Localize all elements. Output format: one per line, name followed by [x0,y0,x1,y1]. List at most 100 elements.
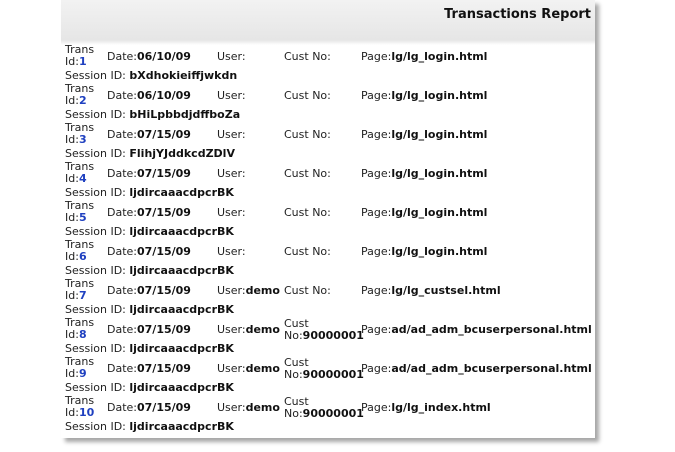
session-id-label: Session ID: [65,225,130,238]
date-value: 07/15/09 [137,323,191,336]
transaction-details-line: Trans Id:6 Date:07/15/09 User: Cust No: Page… [65,239,593,264]
user-label: User: [217,167,246,180]
transaction-details-line: Trans Id:3 Date:07/15/09 User: Cust No: Page… [65,122,593,147]
session-id-value: ljdircaaacdpcrBK [129,342,234,355]
session-id-label: Session ID: [65,264,130,277]
cust-no-cell: Cust No: [284,51,331,63]
session-id-label: Session ID: [65,108,130,121]
transaction-record: Trans Id:10 Date:07/15/09 User:demo Cust No… [65,395,593,434]
user-label: User: [217,362,246,375]
cust-no-cell: Cust No: [284,246,331,258]
transaction-record: Trans Id:9 Date:07/15/09 User:demo Cust No:… [65,356,593,395]
user-value: demo [245,362,280,375]
page-value: lg/lg_login.html [391,206,488,219]
user-cell: User: [217,90,246,102]
cust-no-cell: Cust No: [284,207,331,219]
user-value: demo [245,323,280,336]
cust-no-value: 90000001 [302,407,364,420]
date-value: 06/10/09 [137,89,191,102]
session-id-value: ljdircaaacdpcrBK [129,381,234,394]
session-line: Session ID: FlihjYJddkcdZDlV [65,147,593,161]
date-label: Date: [107,362,137,375]
trans-id-value: 8 [78,328,87,341]
user-cell: User: [217,129,246,141]
date-cell: Date:07/15/09 [107,168,191,180]
transaction-record: Trans Id:6 Date:07/15/09 User: Cust No: Page… [65,239,593,278]
transaction-record: Trans Id:5 Date:07/15/09 User: Cust No: Page… [65,200,593,239]
user-cell: User:demo [217,402,280,414]
session-id-label: Session ID: [65,420,130,433]
cust-no-cell: Cust No:90000001 [284,357,364,381]
date-label: Date: [107,401,137,414]
date-cell: Date:07/15/09 [107,129,191,141]
cust-no-label: Cust No: [284,167,331,180]
transaction-details-line: Trans Id:2 Date:06/10/09 User: Cust No: Page… [65,83,593,108]
transaction-record: Trans Id:2 Date:06/10/09 User: Cust No: Page… [65,83,593,122]
session-id-label: Session ID: [65,303,130,316]
user-value: demo [245,284,280,297]
date-label: Date: [107,323,137,336]
session-id-value: bHiLpbbdjdffboZa [129,108,241,121]
session-id-value: ljdircaaacdpcrBK [129,303,234,316]
trans-id-cell: Trans Id:7 [65,278,105,302]
user-cell: User:demo [217,363,280,375]
trans-id-value: 7 [78,289,87,302]
date-value: 07/15/09 [137,206,191,219]
session-id-value: ljdircaaacdpcrBK [129,264,234,277]
session-id-value: ljdircaaacdpcrBK [129,225,234,238]
page-label: Page: [361,362,392,375]
transaction-details-line: Trans Id:10 Date:07/15/09 User:demo Cust No… [65,395,593,420]
page-value: ad/ad_adm_bcuserpersonal.html [391,323,592,336]
page-value: lg/lg_login.html [391,89,488,102]
page-cell: Page:ad/ad_adm_bcuserpersonal.html [361,363,592,375]
page-value: ad/ad_adm_bcuserpersonal.html [391,362,592,375]
trans-id-value: 4 [78,172,87,185]
transaction-details-line: Trans Id:8 Date:07/15/09 User:demo Cust No:… [65,317,593,342]
trans-id-cell: Trans Id:3 [65,122,105,146]
page-label: Page: [361,323,392,336]
date-value: 07/15/09 [137,128,191,141]
date-cell: Date:07/15/09 [107,324,191,336]
date-cell: Date:06/10/09 [107,51,191,63]
page-cell: Page:lg/lg_custsel.html [361,285,501,297]
trans-id-cell: Trans Id:4 [65,161,105,185]
user-label: User: [217,401,246,414]
trans-id-value: 5 [78,211,87,224]
date-cell: Date:07/15/09 [107,363,191,375]
transaction-details-line: Trans Id:9 Date:07/15/09 User:demo Cust No:… [65,356,593,381]
date-value: 07/15/09 [137,245,191,258]
trans-id-cell: Trans Id:8 [65,317,105,341]
user-value: demo [245,401,280,414]
transaction-details-line: Trans Id:4 Date:07/15/09 User: Cust No: Page… [65,161,593,186]
session-line: Session ID: ljdircaaacdpcrBK [65,264,593,278]
trans-id-value: 6 [78,250,87,263]
date-value: 07/15/09 [137,401,191,414]
date-value: 06/10/09 [137,50,191,63]
trans-id-cell: Trans Id:2 [65,83,105,107]
page-cell: Page:lg/lg_index.html [361,402,491,414]
cust-no-cell: Cust No: [284,129,331,141]
date-cell: Date:07/15/09 [107,285,191,297]
date-value: 07/15/09 [137,284,191,297]
session-id-value: ljdircaaacdpcrBK [129,186,234,199]
page-value: lg/lg_login.html [391,128,488,141]
trans-id-value: 9 [78,367,87,380]
date-label: Date: [107,206,137,219]
transaction-details-line: Trans Id:1 Date:06/10/09 User: Cust No: Page… [65,44,593,69]
user-cell: User: [217,168,246,180]
session-line: Session ID: bXdhokieiffjwkdn [65,69,593,83]
user-cell: User: [217,51,246,63]
transaction-record: Trans Id:8 Date:07/15/09 User:demo Cust No:… [65,317,593,356]
user-label: User: [217,323,246,336]
session-id-label: Session ID: [65,147,130,160]
page-label: Page: [361,89,392,102]
user-label: User: [217,128,246,141]
session-id-label: Session ID: [65,381,130,394]
date-value: 07/15/09 [137,362,191,375]
session-line: Session ID: ljdircaaacdpcrBK [65,342,593,356]
session-line: Session ID: bHiLpbbdjdffboZa [65,108,593,122]
session-id-label: Session ID: [65,186,130,199]
cust-no-value: 90000001 [302,368,364,381]
trans-id-value: 10 [78,406,95,419]
trans-id-value: 3 [78,133,87,146]
